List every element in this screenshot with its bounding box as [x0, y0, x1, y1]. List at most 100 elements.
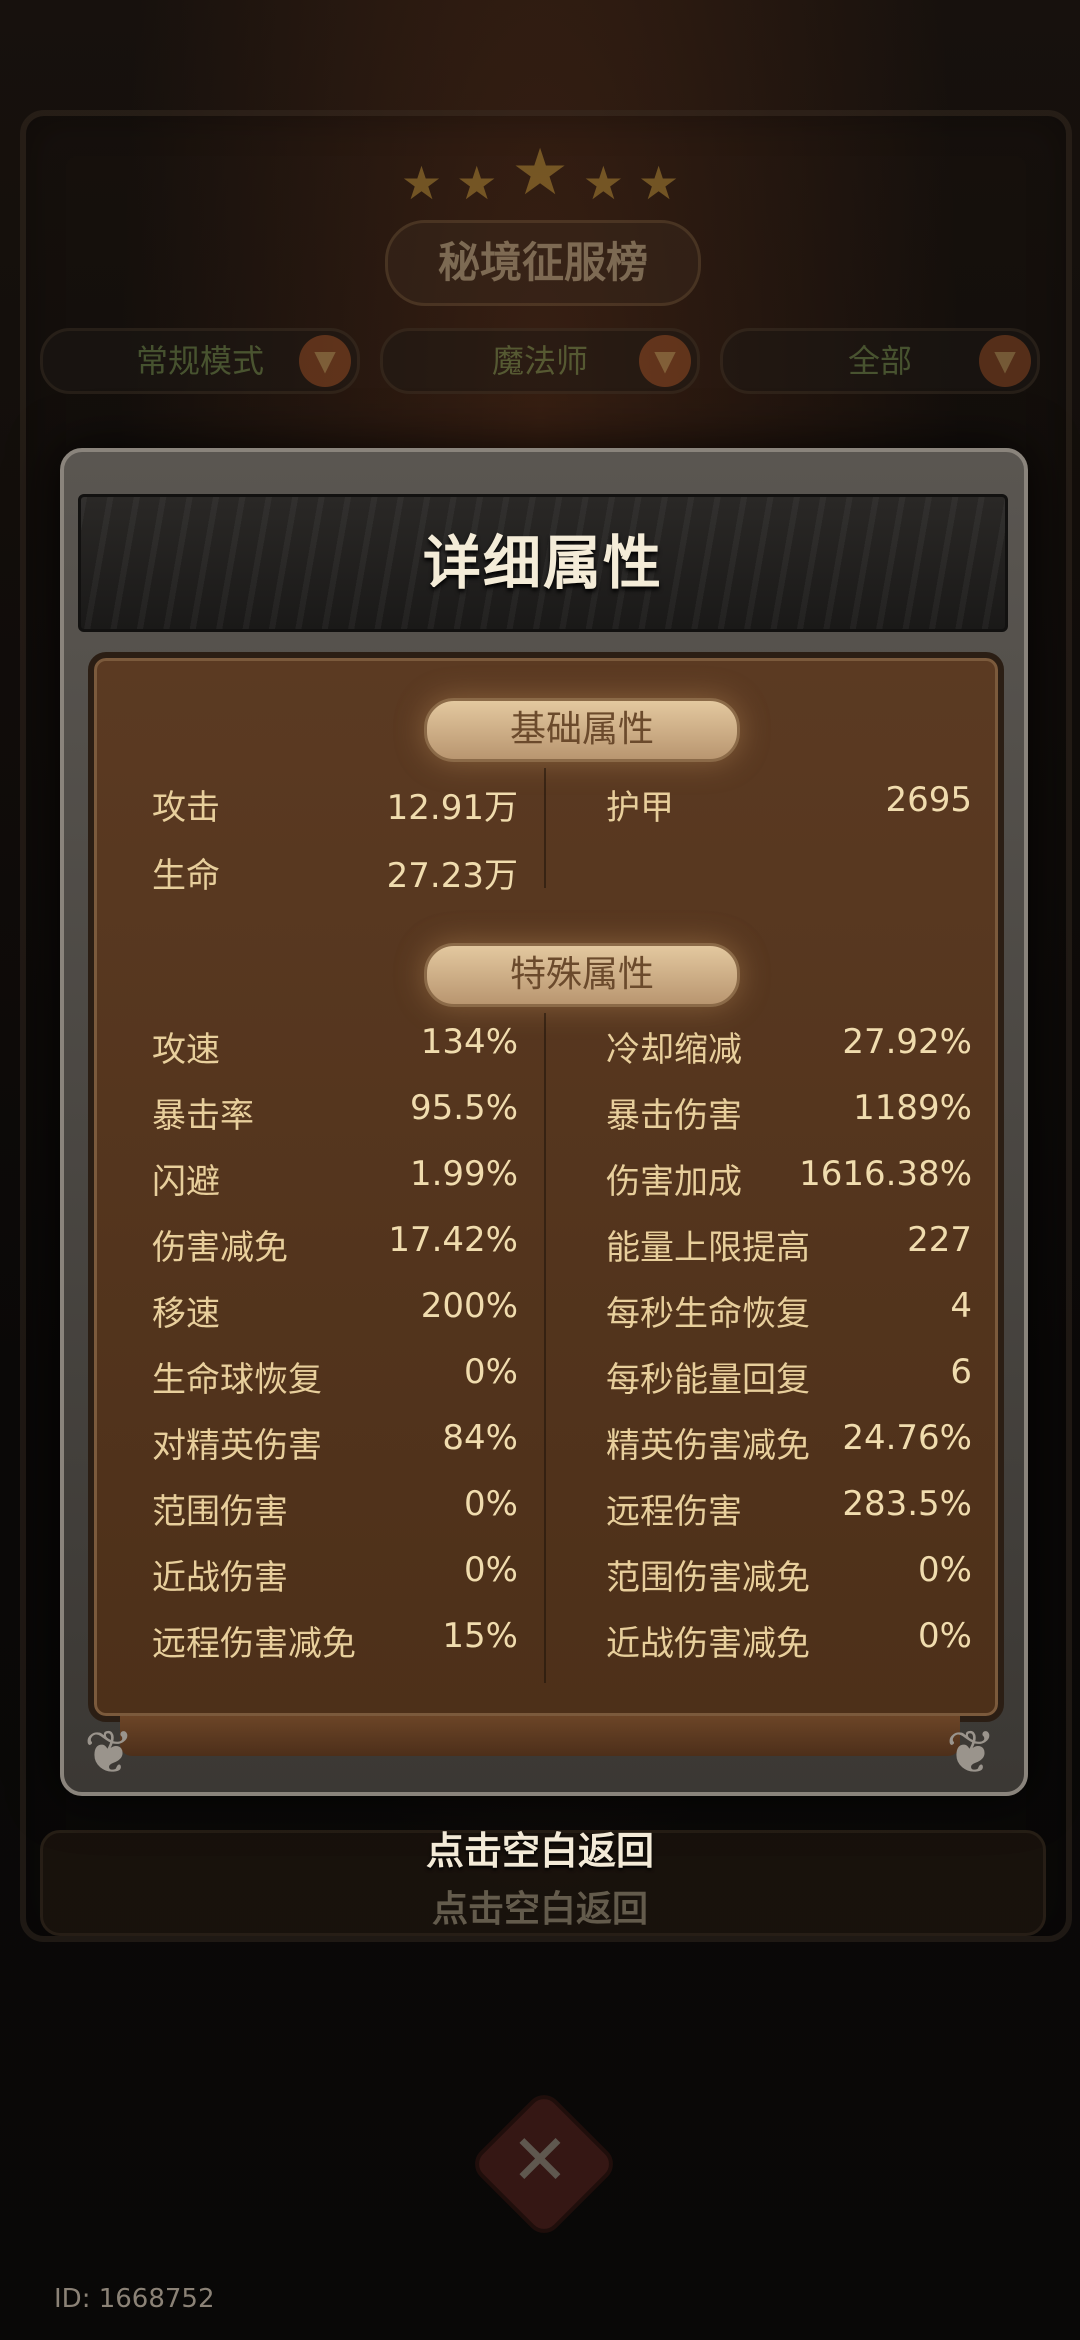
detail-attributes-dialog: 详细属性 基础属性 攻击 12.91万 护甲 2695 生命 27.23万 特殊… — [60, 448, 1028, 1796]
basic-attributes-header: 基础属性 — [424, 698, 740, 762]
tap-to-return-hint[interactable]: 点击空白返回 — [0, 1820, 1080, 1875]
attribute-value: 84% — [442, 1418, 518, 1458]
attribute-row: 攻速 134% — [152, 1022, 518, 1072]
attribute-name: 近战伤害减免 — [606, 1624, 810, 1664]
scope-dropdown: 全部 ▼ — [720, 328, 1040, 394]
attribute-row: 暴击率 95.5% — [152, 1088, 518, 1138]
attribute-row: 伤害加成 1616.38% — [606, 1154, 972, 1204]
attribute-value: 0% — [464, 1484, 518, 1524]
attribute-row: 生命 27.23万 — [152, 848, 518, 898]
attribute-row: 移速 200% — [152, 1286, 518, 1336]
attribute-name: 范围伤害减免 — [606, 1558, 810, 1598]
attribute-value: 6 — [950, 1352, 972, 1392]
filter-tabs: 常规模式 ▼ 魔法师 ▼ 全部 ▼ — [40, 328, 1040, 394]
attribute-value: 134% — [420, 1022, 518, 1062]
attribute-value: 283.5% — [842, 1484, 972, 1524]
chevron-down-icon: ▼ — [639, 335, 691, 387]
attribute-value: 227 — [907, 1220, 972, 1260]
mode-dropdown: 常规模式 ▼ — [40, 328, 360, 394]
star-icon: ★ — [582, 156, 624, 210]
attribute-value: 200% — [420, 1286, 518, 1326]
attribute-name: 每秒生命恢复 — [606, 1294, 810, 1334]
attribute-row: 远程伤害 283.5% — [606, 1484, 972, 1534]
attribute-row: 每秒能量回复 6 — [606, 1352, 972, 1402]
attribute-name: 能量上限提高 — [606, 1228, 810, 1268]
attribute-row: 生命球恢复 0% — [152, 1352, 518, 1402]
star-icon: ★ — [511, 136, 569, 210]
attribute-row: 闪避 1.99% — [152, 1154, 518, 1204]
attributes-panel: 基础属性 攻击 12.91万 护甲 2695 生命 27.23万 特殊属性 攻速… — [88, 652, 1004, 1722]
attribute-name: 暴击率 — [152, 1096, 254, 1136]
attribute-name: 对精英伤害 — [152, 1426, 322, 1466]
attribute-name: 冷却缩减 — [606, 1030, 742, 1070]
chevron-down-icon: ▼ — [979, 335, 1031, 387]
dialog-title: 详细属性 — [422, 529, 663, 597]
attribute-value: 12.91万 — [386, 788, 518, 828]
attribute-row: 对精英伤害 84% — [152, 1418, 518, 1468]
attribute-row: 近战伤害减免 0% — [606, 1616, 972, 1666]
attribute-row: 范围伤害减免 0% — [606, 1550, 972, 1600]
attribute-value: 1616.38% — [799, 1154, 972, 1194]
attribute-row: 护甲 2695 — [606, 780, 972, 830]
attribute-row: 伤害减免 17.42% — [152, 1220, 518, 1270]
chevron-down-icon: ▼ — [299, 335, 351, 387]
attribute-value: 0% — [464, 1352, 518, 1392]
attribute-value: 0% — [918, 1550, 972, 1590]
attribute-row: 暴击伤害 1189% — [606, 1088, 972, 1138]
attribute-value: 15% — [442, 1616, 518, 1656]
attribute-name: 远程伤害 — [606, 1492, 742, 1532]
attribute-name: 护甲 — [606, 788, 674, 828]
close-icon: ✕ — [510, 2119, 570, 2201]
special-attributes-header: 特殊属性 — [424, 943, 740, 1007]
dialog-header: 详细属性 — [78, 494, 1008, 632]
attribute-row: 精英伤害减免 24.76% — [606, 1418, 972, 1468]
attribute-name: 伤害加成 — [606, 1162, 742, 1202]
mode-dropdown-label: 常规模式 — [135, 342, 264, 380]
attribute-row: 近战伤害 0% — [152, 1550, 518, 1600]
attribute-name: 生命球恢复 — [152, 1360, 322, 1400]
attribute-row: 攻击 12.91万 — [152, 780, 518, 830]
attribute-name: 每秒能量回复 — [606, 1360, 810, 1400]
attribute-name: 精英伤害减免 — [606, 1426, 810, 1466]
attribute-name: 闪避 — [152, 1162, 220, 1202]
corner-ornament-icon: ❦ — [945, 1718, 997, 1788]
attribute-name: 移速 — [152, 1294, 220, 1334]
attribute-name: 近战伤害 — [152, 1558, 288, 1598]
attribute-value: 27.92% — [842, 1022, 972, 1062]
attribute-value: 95.5% — [409, 1088, 518, 1128]
corner-ornament-icon: ❦ — [83, 1718, 135, 1788]
attribute-row: 范围伤害 0% — [152, 1484, 518, 1534]
attribute-row: 能量上限提高 227 — [606, 1220, 972, 1270]
attribute-value: 17.42% — [388, 1220, 518, 1260]
star-icon: ★ — [400, 156, 443, 210]
attribute-row: 每秒生命恢复 4 — [606, 1286, 972, 1336]
rating-stars: ★ ★ ★ ★ ★ — [390, 136, 690, 210]
attribute-value: 0% — [918, 1616, 972, 1656]
attribute-name: 远程伤害减免 — [152, 1624, 356, 1664]
column-divider — [544, 768, 546, 888]
class-dropdown-label: 魔法师 — [491, 342, 588, 380]
attribute-name: 攻击 — [152, 788, 220, 828]
attribute-name: 伤害减免 — [152, 1228, 288, 1268]
attribute-row: 远程伤害减免 15% — [152, 1616, 518, 1666]
attribute-value: 24.76% — [842, 1418, 972, 1458]
attribute-value: 1189% — [853, 1088, 972, 1128]
attribute-value: 0% — [464, 1550, 518, 1590]
attribute-value: 27.23万 — [386, 856, 518, 896]
attribute-name: 范围伤害 — [152, 1492, 288, 1532]
scope-dropdown-label: 全部 — [847, 342, 912, 380]
attribute-name: 攻速 — [152, 1030, 220, 1070]
attribute-value: 1.99% — [409, 1154, 518, 1194]
attribute-value: 4 — [950, 1286, 972, 1326]
class-dropdown: 魔法师 ▼ — [380, 328, 700, 394]
dialog-footer-bar — [120, 1716, 960, 1756]
attribute-name: 暴击伤害 — [606, 1096, 742, 1136]
leaderboard-title: 秘境征服榜 — [385, 220, 701, 306]
background-hint: 点击空白返回 — [431, 1889, 648, 1930]
attribute-name: 生命 — [152, 856, 220, 896]
screen[interactable]: ★ ★ ★ ★ ★ 秘境征服榜 常规模式 ▼ 魔法师 ▼ 全部 ▼ 点击空白返回… — [0, 0, 1080, 2340]
star-icon: ★ — [456, 156, 498, 210]
column-divider — [544, 1013, 546, 1683]
attribute-row: 冷却缩减 27.92% — [606, 1022, 972, 1072]
attribute-value: 2695 — [885, 780, 972, 820]
